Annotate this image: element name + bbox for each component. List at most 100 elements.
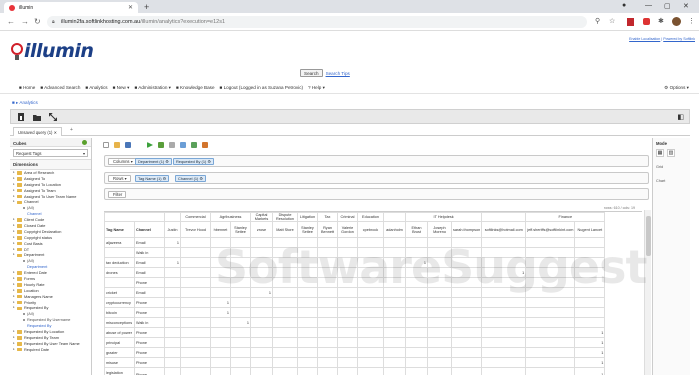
tag-name-header[interactable]: Tag Name	[104, 221, 135, 239]
department-header[interactable]	[164, 212, 181, 223]
open-folder-icon[interactable]	[33, 113, 41, 121]
options-menu[interactable]: ⚙ Options ▾	[664, 85, 689, 91]
menu-home[interactable]: ■ Home	[19, 85, 35, 90]
grid-option-label[interactable]: Grid	[653, 157, 690, 171]
bookmark-star-icon[interactable]: ☆	[609, 17, 615, 25]
dimension-item[interactable]: ▸ Required Date	[13, 347, 91, 353]
channel-cell[interactable]: Phone	[134, 367, 165, 375]
menu-logout[interactable]: ■ Logout (Logged in as Suzana Petrovic)	[220, 85, 303, 90]
menu-advanced-search[interactable]: ■ Advanced Search	[40, 85, 80, 90]
grid-icon[interactable]	[169, 142, 175, 148]
channel-cell[interactable]: Phone	[134, 337, 165, 349]
requester-header[interactable]: Trevor Hood	[180, 221, 211, 239]
extension-icon[interactable]	[643, 18, 650, 25]
channel-cell[interactable]: Email	[134, 267, 165, 279]
department-header[interactable]	[383, 212, 406, 223]
requester-header[interactable]: Justin	[164, 221, 181, 239]
swap-axes-icon[interactable]	[180, 142, 186, 148]
mdx-icon[interactable]	[202, 142, 208, 148]
back-icon[interactable]: ←	[7, 17, 15, 26]
department-header[interactable]	[481, 212, 527, 223]
add-query-tab-button[interactable]: +	[70, 127, 73, 133]
tab-close-icon[interactable]: ✕	[128, 4, 133, 11]
requester-header[interactable]: Ryan Bennett	[317, 221, 338, 239]
chart-option-label[interactable]: Chart	[653, 171, 690, 185]
maximize-icon[interactable]: ▢	[664, 2, 671, 10]
channel-cell[interactable]: Phone	[134, 297, 165, 309]
requester-header[interactable]: adanholm	[383, 221, 406, 239]
menu-new[interactable]: ■ New ▾	[113, 85, 130, 91]
grid-mode-icon[interactable]: ▦	[656, 149, 664, 157]
channel-cell[interactable]: Walk in	[134, 317, 165, 329]
tag-cell[interactable]	[104, 247, 135, 259]
department-header[interactable]: Criminal	[337, 212, 358, 223]
columns-chip-department[interactable]: Department (1) ⚙	[135, 158, 172, 165]
chart-mode-icon[interactable]: ▥	[667, 149, 675, 157]
requester-header[interactable]: hbennet	[210, 221, 231, 239]
browser-profile-avatar[interactable]	[672, 17, 681, 26]
channel-cell[interactable]: Email	[134, 237, 165, 249]
dock-panel-icon[interactable]: ◧	[677, 113, 684, 121]
department-header[interactable]: Agribusiness	[210, 212, 251, 223]
channel-cell[interactable]: Walk in	[134, 247, 165, 259]
add-cube-icon[interactable]	[82, 140, 87, 145]
illumin-logo[interactable]: illumin	[10, 38, 94, 64]
requester-header[interactable]: cpebrock	[357, 221, 384, 239]
expand-icon[interactable]	[49, 113, 57, 121]
department-header[interactable]: Litigation	[297, 212, 318, 223]
department-header[interactable]: IT Helpdesk	[404, 212, 483, 223]
browser-tab[interactable]: illumin ✕	[4, 2, 138, 13]
requester-header[interactable]: jeff.sheriffs@softlinkint.com	[525, 221, 576, 239]
rows-label[interactable]: Rows ▾	[108, 175, 131, 182]
tag-cell[interactable]: abuse of power	[104, 327, 135, 339]
export-icon[interactable]	[191, 142, 197, 148]
rows-dropzone[interactable]: Rows ▾ Tag Name (1) ⚙ Channel (1) ⚙	[104, 172, 649, 184]
department-header[interactable]: Commercial	[180, 212, 211, 223]
columns-label[interactable]: Columns ▾	[108, 158, 137, 165]
auto-run-icon[interactable]	[158, 142, 164, 148]
powered-by-link[interactable]: Powered by Softlink	[663, 37, 695, 41]
tag-cell[interactable]: cryptocurrency	[104, 297, 135, 309]
channel-cell[interactable]: Phone	[134, 277, 165, 289]
new-tab-button[interactable]: +	[144, 2, 149, 12]
tag-cell[interactable]: cricket	[104, 287, 135, 299]
channel-cell[interactable]: Phone	[134, 357, 165, 369]
breadcrumb-analytics[interactable]: Analytics	[19, 100, 37, 105]
requester-header[interactable]: softlinks@hotmail.com	[481, 221, 527, 239]
run-icon[interactable]	[147, 142, 153, 148]
forward-icon[interactable]: →	[21, 17, 29, 26]
requester-header[interactable]: Nugent Lancet	[574, 221, 606, 239]
requester-header[interactable]: Stanley Setlee	[230, 221, 251, 239]
channel-cell[interactable]: Phone	[134, 307, 165, 319]
menu-administration[interactable]: ■ Administration ▾	[134, 85, 171, 91]
menu-knowledge-base[interactable]: ■ Knowledge Base	[176, 85, 215, 90]
open-icon[interactable]	[114, 142, 120, 148]
department-header[interactable]: Finance	[525, 212, 606, 223]
pdf-extension-icon[interactable]	[627, 18, 634, 26]
search-tips-link[interactable]: Search Tips	[326, 71, 350, 76]
tag-cell[interactable]: misconceptions	[104, 317, 135, 329]
tag-cell[interactable]	[104, 277, 135, 289]
extensions-puzzle-icon[interactable]: ✱	[658, 17, 664, 25]
tag-cell[interactable]: aljazeera	[104, 237, 135, 249]
filter-dropzone[interactable]: Filter	[104, 188, 649, 200]
menu-help[interactable]: ? Help ▾	[308, 85, 325, 91]
grid-scrollbar[interactable]	[644, 210, 651, 375]
requester-header[interactable]: sarah.thompson	[450, 221, 483, 239]
rows-chip-channel[interactable]: Channel (1) ⚙	[175, 175, 206, 182]
window-close-icon[interactable]: ✕	[683, 2, 689, 10]
url-input[interactable]: 🔒︎ illumin2fa.softlinkhosting.com.au/ill…	[47, 16, 587, 28]
department-header[interactable]: Dispute Resolution	[272, 212, 298, 223]
cube-select[interactable]: Request Tags ▾	[13, 149, 88, 157]
requester-header[interactable]: Ethan Brust	[405, 221, 428, 239]
zoom-icon[interactable]: ⚲	[595, 17, 600, 25]
department-header[interactable]: Tax	[317, 212, 338, 223]
requester-header[interactable]: Matt Store	[272, 221, 298, 239]
requester-header[interactable]: Valerie Gordon	[337, 221, 358, 239]
tag-cell[interactable]: tax deduction	[104, 257, 135, 269]
channel-cell[interactable]: Phone	[134, 327, 165, 339]
requester-header[interactable]: zrose	[250, 221, 273, 239]
department-header[interactable]: Capital Markets	[250, 212, 273, 223]
tag-cell[interactable]: misuse	[104, 357, 135, 369]
query-tab[interactable]: Unsaved query (1) ✕	[13, 127, 63, 136]
